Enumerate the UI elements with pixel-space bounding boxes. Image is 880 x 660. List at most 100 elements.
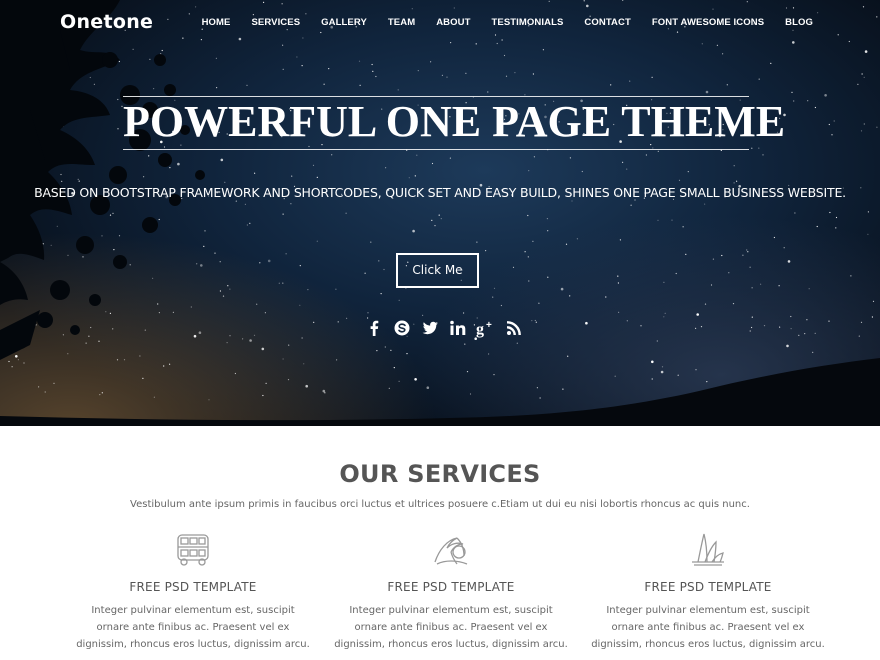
star — [492, 296, 494, 298]
star — [364, 272, 366, 274]
rss-icon[interactable] — [503, 317, 525, 339]
star — [531, 320, 533, 322]
star — [663, 316, 665, 318]
skype-icon[interactable] — [391, 317, 413, 339]
star — [751, 147, 753, 149]
star — [282, 213, 284, 215]
google-plus-icon[interactable]: g + — [475, 317, 497, 339]
star — [328, 68, 330, 70]
hero-subtitle: BASED ON BOOTSTRAP FRAMEWORK AND SHORTCO… — [34, 185, 846, 200]
star — [449, 157, 451, 159]
service-text: Integer pulvinar elementum est, suscipit… — [76, 605, 310, 650]
nav-item-services[interactable]: SERVICES — [251, 17, 300, 28]
star — [532, 73, 535, 75]
star — [860, 321, 863, 323]
star — [359, 84, 361, 86]
star — [867, 211, 870, 213]
star — [749, 330, 751, 332]
star — [618, 311, 620, 313]
star — [705, 90, 709, 94]
star — [285, 253, 287, 255]
twitter-icon[interactable] — [419, 317, 441, 339]
star — [833, 120, 835, 122]
star — [398, 299, 400, 301]
star — [758, 78, 760, 80]
star — [524, 251, 526, 253]
star — [622, 161, 624, 163]
star — [630, 204, 632, 206]
star — [560, 287, 564, 291]
facebook-icon[interactable] — [363, 317, 385, 339]
star — [872, 300, 875, 302]
star — [487, 91, 489, 93]
star — [571, 200, 573, 202]
nav-item-team[interactable]: TEAM — [388, 17, 415, 28]
star — [816, 225, 818, 228]
star — [871, 316, 874, 318]
star — [770, 62, 772, 64]
star — [682, 226, 684, 228]
service-text: Integer pulvinar elementum est, suscipit… — [334, 605, 568, 650]
opera-house-icon — [692, 533, 724, 566]
star — [267, 259, 271, 263]
social-links: g + — [363, 317, 525, 339]
star — [824, 94, 827, 97]
nav-item-contact[interactable]: CONTACT — [584, 17, 630, 28]
nav-item-home[interactable]: HOME — [202, 17, 231, 28]
star — [746, 249, 748, 251]
star — [762, 154, 764, 156]
nav-item-font-awesome-icons[interactable]: FONT AWESOME ICONS — [652, 17, 764, 28]
star — [806, 319, 808, 321]
star — [798, 334, 800, 336]
nav-item-about[interactable]: ABOUT — [436, 17, 470, 28]
star — [313, 321, 315, 323]
top-navigation-bar: Onetone HOME SERVICES GALLERY TEAM ABOUT… — [0, 0, 880, 46]
site-logo[interactable]: Onetone — [60, 11, 153, 33]
star — [532, 240, 534, 242]
star — [547, 276, 549, 278]
star — [417, 70, 419, 72]
star — [371, 63, 373, 66]
star — [430, 61, 432, 63]
star — [696, 313, 699, 316]
star — [726, 84, 728, 86]
star — [380, 293, 382, 295]
star — [569, 295, 571, 297]
star — [863, 123, 865, 125]
star — [783, 247, 785, 249]
nav-item-blog[interactable]: BLOG — [785, 17, 813, 28]
linkedin-icon[interactable] — [447, 317, 469, 339]
star — [867, 233, 869, 235]
star — [323, 83, 325, 85]
star — [685, 253, 687, 255]
horizon-silhouette — [0, 358, 880, 426]
star — [296, 56, 298, 58]
service-title: FREE PSD TEMPLATE — [387, 580, 515, 594]
star — [758, 147, 760, 149]
star — [722, 53, 724, 55]
star — [485, 250, 487, 252]
star — [779, 326, 781, 328]
star — [264, 312, 266, 314]
star — [751, 316, 753, 318]
star — [814, 106, 817, 109]
star — [663, 281, 665, 283]
star — [778, 285, 780, 287]
star — [626, 168, 628, 170]
nav-item-testimonials[interactable]: TESTIMONIALS — [492, 17, 564, 28]
star — [751, 326, 753, 329]
star — [728, 272, 730, 274]
star — [808, 288, 810, 290]
star — [414, 175, 416, 177]
star — [282, 282, 284, 284]
star — [861, 73, 863, 75]
star — [533, 156, 536, 158]
nav-item-gallery[interactable]: GALLERY — [321, 17, 367, 28]
star — [441, 74, 443, 76]
star — [831, 134, 833, 136]
star — [528, 280, 530, 282]
main-nav: HOME SERVICES GALLERY TEAM ABOUT TESTIMO… — [181, 17, 813, 28]
star — [416, 154, 418, 156]
click-me-button[interactable]: Click Me — [396, 253, 479, 288]
star — [617, 282, 620, 284]
